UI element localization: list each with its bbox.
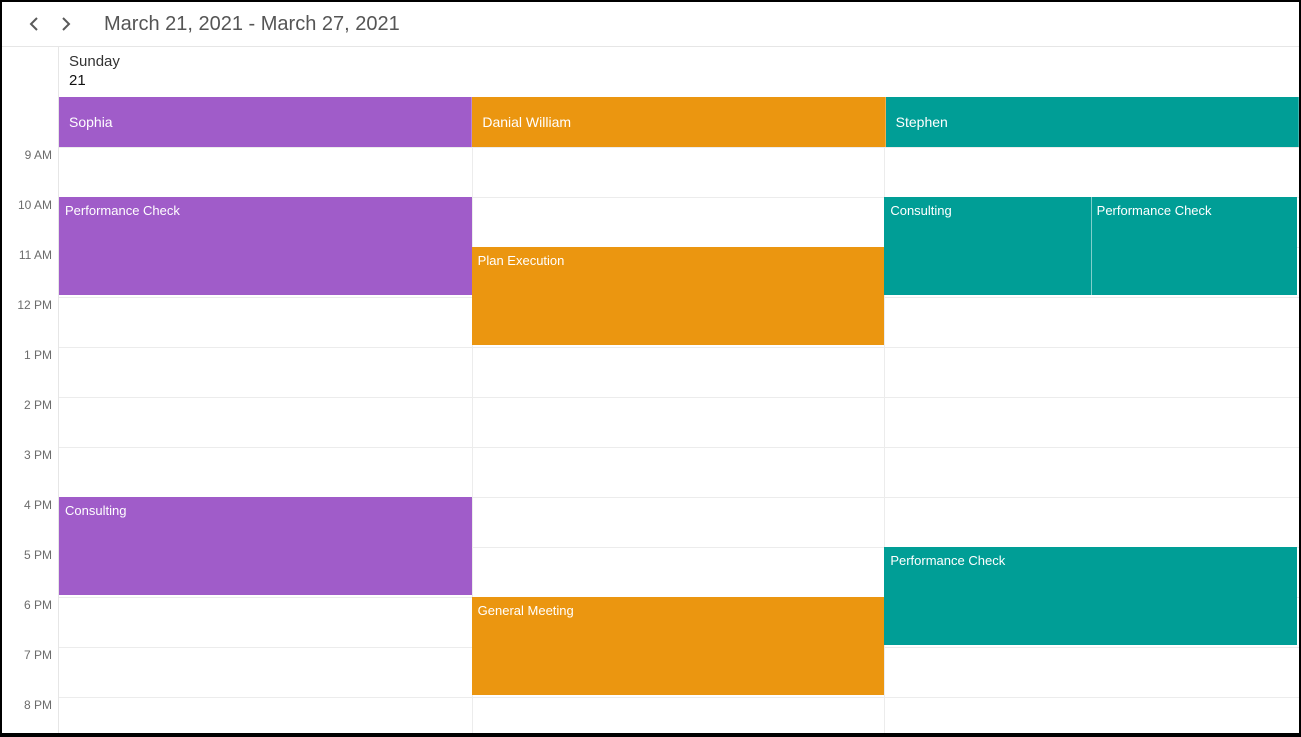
time-label: 5 PM	[24, 548, 52, 562]
calendar-event[interactable]: Performance Check	[1091, 197, 1297, 295]
hour-line	[59, 447, 1299, 448]
chevron-left-icon	[29, 17, 41, 31]
time-label: 11 AM	[19, 248, 52, 262]
day-name: Sunday	[69, 53, 1289, 70]
resource-label: Danial William	[482, 114, 571, 130]
chevron-right-icon	[59, 17, 71, 31]
time-label: 4 PM	[24, 498, 52, 512]
day-header-cell[interactable]: Sunday 21	[59, 47, 1299, 97]
slots-area[interactable]: Performance CheckConsultingPlan Executio…	[59, 147, 1299, 733]
resource-label: Stephen	[896, 114, 948, 130]
day-number: 21	[69, 72, 1289, 89]
time-label: 10 AM	[18, 198, 52, 212]
calendar-event[interactable]: General Meeting	[472, 597, 885, 695]
time-label: 1 PM	[24, 348, 52, 362]
time-column: 9 AM 10 AM 11 AM 12 PM 1 PM 2 PM 3 PM 4 PM 5 PM 6…	[2, 147, 59, 733]
date-range-label: March 21, 2021 - March 27, 2021	[104, 13, 400, 36]
calendar-event[interactable]: Performance Check	[884, 547, 1297, 645]
time-grid[interactable]: 9 AM 10 AM 11 AM 12 PM 1 PM 2 PM 3 PM 4 PM 5 PM 6…	[2, 147, 1299, 733]
calendar-event[interactable]: Plan Execution	[472, 247, 885, 345]
time-label: 8 PM	[24, 698, 52, 712]
hour-line	[59, 347, 1299, 348]
time-label: 12 PM	[17, 298, 52, 312]
calendar-event[interactable]: Consulting	[59, 497, 472, 595]
time-label: 9 AM	[25, 148, 52, 162]
time-gutter-top	[2, 47, 59, 97]
resource-header-stephen[interactable]: Stephen	[886, 97, 1299, 147]
resource-header-danial[interactable]: Danial William	[472, 97, 885, 147]
calendar-event[interactable]: Consulting	[884, 197, 1090, 295]
next-button[interactable]	[56, 15, 74, 33]
hour-line	[59, 397, 1299, 398]
hour-line	[59, 147, 1299, 148]
scheduler-app: March 21, 2021 - March 27, 2021 Sunday 2…	[2, 2, 1299, 733]
calendar-event[interactable]: Performance Check	[59, 197, 472, 295]
time-label: 6 PM	[24, 598, 52, 612]
time-gutter-resources	[2, 97, 59, 147]
time-label: 2 PM	[24, 398, 52, 412]
resources-row: Sophia Danial William Stephen	[2, 97, 1299, 147]
prev-button[interactable]	[26, 15, 44, 33]
time-label: 7 PM	[24, 648, 52, 662]
day-header: Sunday 21	[2, 47, 1299, 97]
time-label: 3 PM	[24, 448, 52, 462]
resource-label: Sophia	[69, 114, 113, 130]
resource-header-sophia[interactable]: Sophia	[59, 97, 472, 147]
toolbar: March 21, 2021 - March 27, 2021	[2, 2, 1299, 46]
hour-line	[59, 697, 1299, 698]
